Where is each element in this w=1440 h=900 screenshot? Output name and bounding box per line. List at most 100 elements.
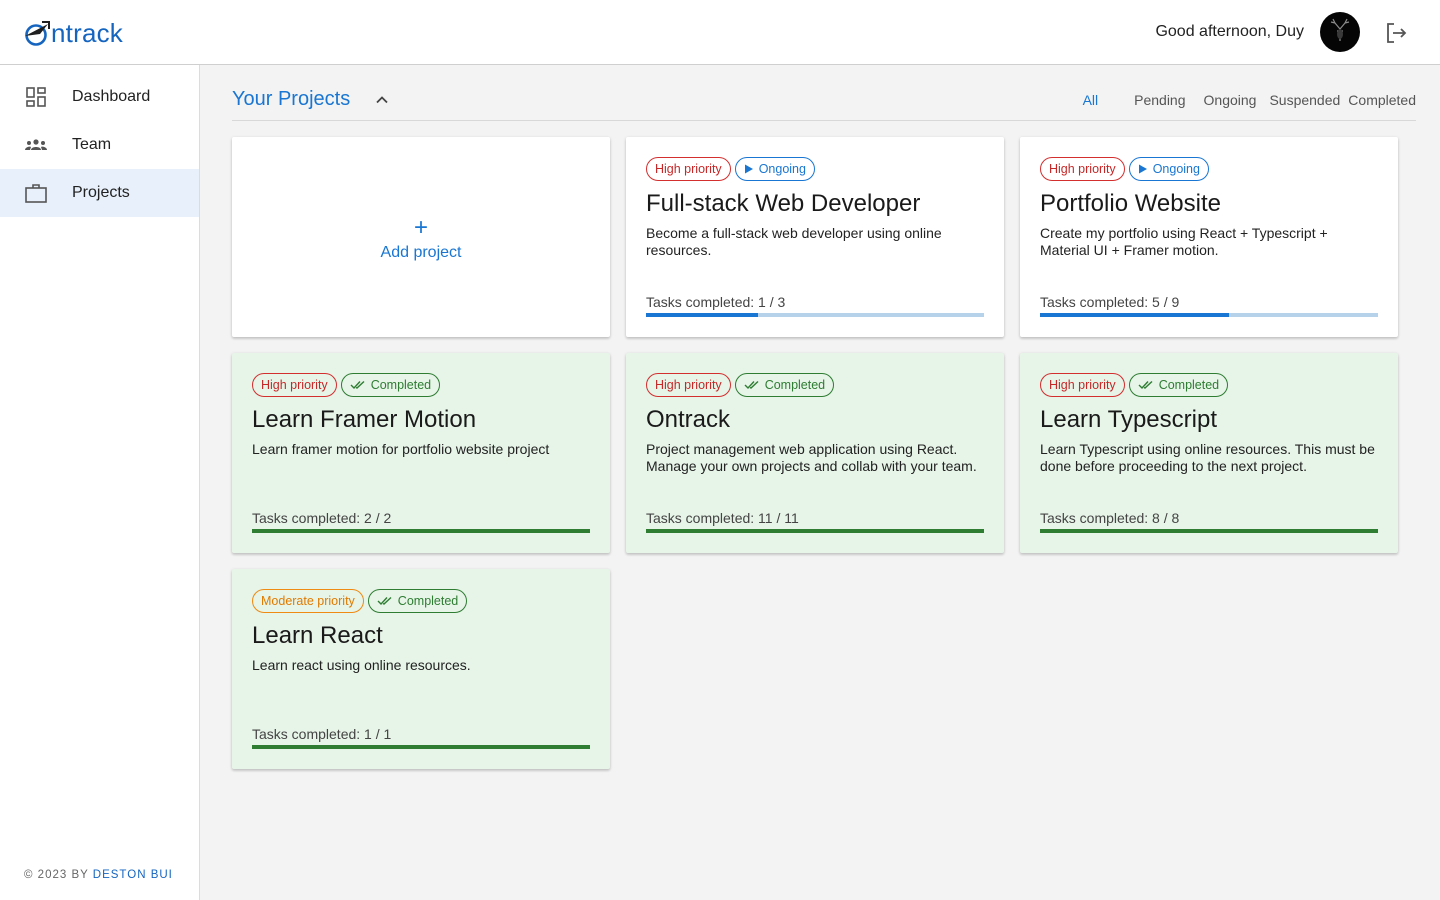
- project-title: Portfolio Website: [1040, 190, 1221, 217]
- progress-fill: [252, 745, 590, 749]
- tasks-completed: Tasks completed: 5 / 9: [1040, 294, 1180, 310]
- sidebar: Dashboard Team Projects © 2023 BY DESTON…: [0, 65, 200, 900]
- priority-chip: High priority: [1040, 373, 1125, 397]
- chip-row: High priority Completed: [252, 373, 444, 397]
- chip-row: Moderate priority Completed: [252, 589, 471, 613]
- double-check-icon: [1138, 380, 1153, 390]
- priority-label: High priority: [1049, 162, 1116, 176]
- double-check-icon: [350, 380, 365, 390]
- priority-chip: High priority: [252, 373, 337, 397]
- project-description: Become a full-stack web developer using …: [646, 225, 942, 258]
- project-card[interactable]: High priority Completed Learn Typescript Le…: [1020, 353, 1398, 553]
- author-link[interactable]: DESTON BUI: [93, 869, 173, 881]
- project-description: Project management web application using…: [646, 441, 977, 474]
- sidebar-item-label: Team: [72, 136, 112, 153]
- plus-icon: +: [413, 214, 428, 241]
- project-title: Learn Framer Motion: [252, 406, 477, 433]
- tasks-completed: Tasks completed: 11 / 11: [646, 510, 799, 526]
- avatar[interactable]: [1320, 12, 1360, 52]
- tasks-completed: Tasks completed: 1 / 1: [252, 726, 392, 742]
- chip-row: High priority Ongoing: [1040, 157, 1213, 181]
- projects-header: Your Projects All Pending Ongoing Suspen…: [232, 80, 1416, 121]
- sidebar-item-label: Dashboard: [72, 88, 151, 105]
- progress-fill: [646, 529, 984, 533]
- logo[interactable]: ntrack: [24, 18, 123, 48]
- status-label: Ongoing: [1152, 162, 1200, 176]
- progress-bar: [646, 313, 984, 317]
- chip-row: High priority Completed: [646, 373, 838, 397]
- chip-row: High priority Ongoing: [646, 157, 819, 181]
- sidebar-item-team[interactable]: Team: [0, 121, 199, 169]
- progress-bar: [252, 745, 590, 749]
- status-label: Ongoing: [758, 162, 806, 176]
- top-bar: ntrack Good afternoon, Duy: [0, 0, 1440, 65]
- priority-label: High priority: [655, 162, 722, 176]
- progress-bar: [1040, 529, 1378, 533]
- progress-bar: [252, 529, 590, 533]
- add-project-card[interactable]: + Add project: [232, 137, 610, 337]
- project-title: Learn Typescript: [1040, 406, 1217, 433]
- tasks-completed: Tasks completed: 1 / 3: [646, 294, 786, 310]
- progress-fill: [252, 529, 590, 533]
- sidebar-item-projects[interactable]: Projects: [0, 169, 199, 217]
- add-project-label: Add project: [380, 244, 462, 261]
- copyright-text: © 2023 BY: [24, 869, 93, 881]
- tasks-completed: Tasks completed: 2 / 2: [252, 510, 392, 526]
- page-title: Your Projects: [232, 88, 351, 110]
- logout-icon[interactable]: [1384, 21, 1408, 45]
- status-label: Completed: [764, 378, 826, 392]
- filter-ongoing[interactable]: Ongoing: [1204, 92, 1257, 108]
- filter-pending[interactable]: Pending: [1134, 92, 1185, 108]
- priority-label: High priority: [655, 378, 722, 392]
- copyright-footer: © 2023 BY DESTON BUI: [24, 869, 173, 881]
- filter-completed[interactable]: Completed: [1348, 92, 1416, 108]
- project-card[interactable]: High priority Ongoing Full-stack Web Devel…: [626, 137, 1004, 337]
- play-icon: [1138, 164, 1147, 174]
- status-chip: Ongoing: [734, 157, 815, 181]
- project-title: Ontrack: [646, 406, 731, 433]
- double-check-icon: [744, 380, 759, 390]
- status-label: Completed: [397, 594, 459, 608]
- filter-all[interactable]: All: [1083, 92, 1099, 108]
- sidebar-item-label: Projects: [72, 184, 130, 201]
- progress-fill: [1040, 529, 1378, 533]
- status-chip: Completed: [1128, 373, 1229, 397]
- tasks-completed: Tasks completed: 8 / 8: [1040, 510, 1180, 526]
- logo-text: ntrack: [51, 18, 124, 48]
- project-card[interactable]: Moderate priority Completed Learn React Lea…: [232, 569, 610, 769]
- team-icon: [25, 139, 47, 150]
- progress-bar: [646, 529, 984, 533]
- chevron-up-icon[interactable]: [374, 92, 390, 108]
- status-chip: Ongoing: [1128, 157, 1209, 181]
- project-card[interactable]: High priority Ongoing Portfolio Website Cre…: [1020, 137, 1398, 337]
- filter-suspended[interactable]: Suspended: [1269, 92, 1340, 108]
- ontrack-logo-icon: [25, 21, 50, 46]
- priority-label: Moderate priority: [261, 594, 355, 608]
- priority-chip: Moderate priority: [252, 589, 364, 613]
- status-label: Completed: [1158, 378, 1220, 392]
- progress-bar: [1040, 313, 1378, 317]
- project-description: Create my portfolio using React + Typesc…: [1040, 225, 1328, 258]
- priority-chip: High priority: [1040, 157, 1125, 181]
- status-label: Completed: [370, 378, 432, 392]
- project-card[interactable]: High priority Completed Ontrack Project man…: [626, 353, 1004, 553]
- dashboard-icon: [26, 87, 46, 107]
- priority-chip: High priority: [646, 373, 731, 397]
- project-title: Full-stack Web Developer: [646, 190, 921, 217]
- greeting-text: Good afternoon, Duy: [1155, 23, 1304, 40]
- project-title: Learn React: [252, 622, 383, 649]
- priority-label: High priority: [1049, 378, 1116, 392]
- project-description: Learn Typescript using online resources.…: [1040, 441, 1375, 474]
- project-card[interactable]: High priority Completed Learn Framer Motio…: [232, 353, 610, 553]
- priority-label: High priority: [261, 378, 328, 392]
- double-check-icon: [377, 596, 392, 606]
- progress-fill: [646, 313, 758, 317]
- project-description: Learn framer motion for portfolio websit…: [252, 441, 550, 457]
- project-description: Learn react using online resources.: [252, 657, 471, 673]
- status-chip: Completed: [734, 373, 835, 397]
- priority-chip: High priority: [646, 157, 731, 181]
- progress-fill: [1040, 313, 1230, 317]
- chip-row: High priority Completed: [1040, 373, 1232, 397]
- status-filters: All Pending Ongoing Suspended Completed: [1083, 92, 1416, 108]
- sidebar-item-dashboard[interactable]: Dashboard: [0, 73, 199, 121]
